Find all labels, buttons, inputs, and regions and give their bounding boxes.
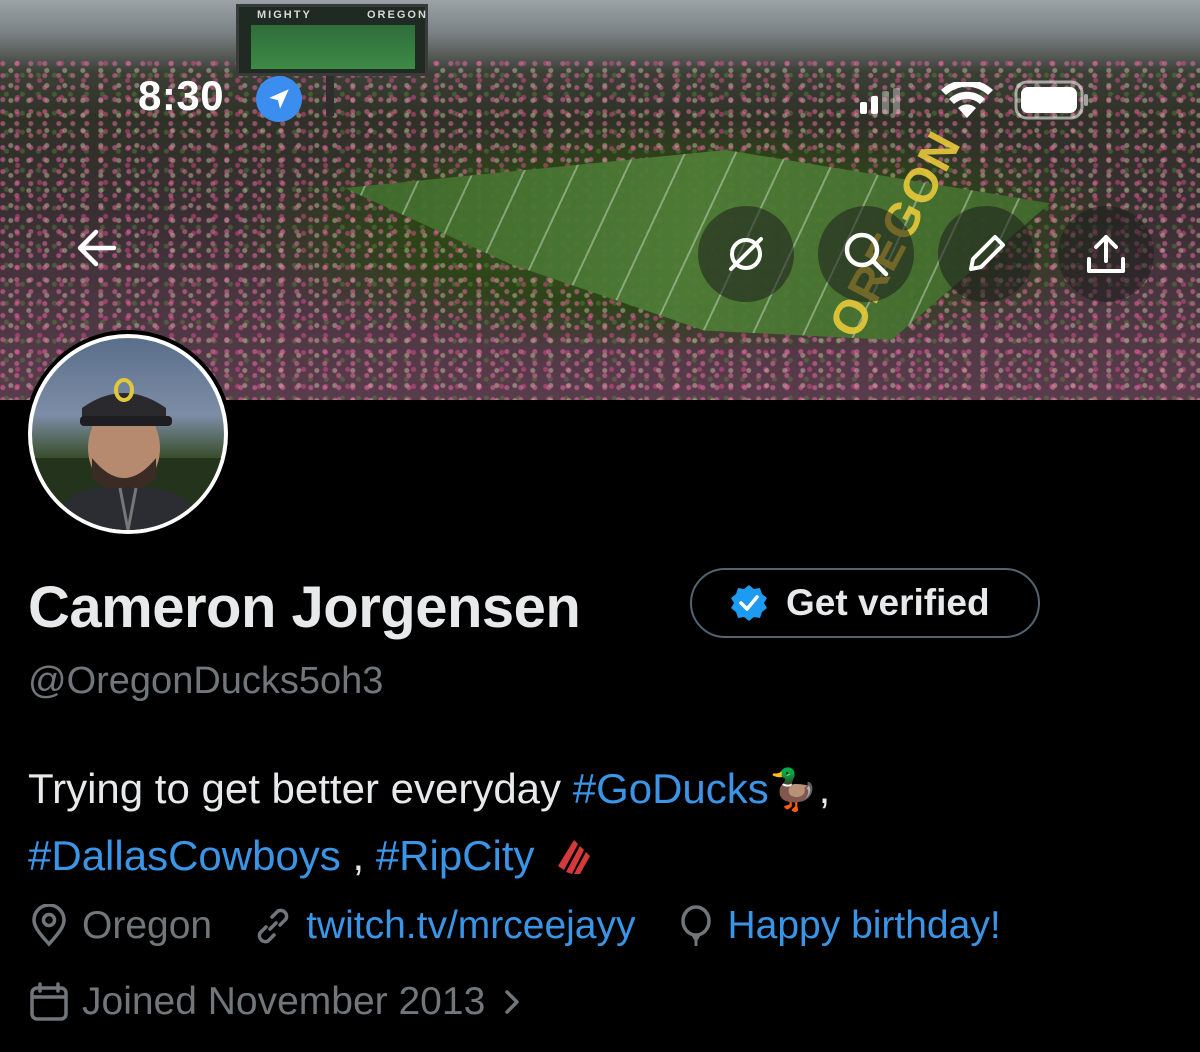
joined-row[interactable]: Joined November 2013 bbox=[28, 980, 579, 1024]
balloon-icon bbox=[680, 905, 711, 946]
bio-separator: , bbox=[340, 832, 376, 879]
get-verified-button[interactable]: Get verified bbox=[690, 568, 1040, 638]
hashtag-link[interactable]: #GoDucks bbox=[573, 765, 769, 812]
location-pin-icon bbox=[32, 904, 66, 947]
username-handle: @OregonDucks5oh3 bbox=[28, 660, 384, 702]
get-verified-label: Get verified bbox=[786, 582, 990, 623]
duck-emoji: 🦆 bbox=[768, 767, 819, 813]
status-indicators bbox=[860, 78, 1090, 122]
search-button[interactable] bbox=[818, 206, 914, 302]
profile-bio: Trying to get better everyday #GoDucks🦆,… bbox=[28, 756, 1178, 889]
website-link[interactable]: twitch.tv/mrceejayy bbox=[306, 904, 635, 948]
birthday-text[interactable]: Happy birthday! bbox=[728, 904, 1001, 948]
bio-separator: , bbox=[818, 765, 831, 812]
back-button[interactable] bbox=[66, 218, 126, 278]
birthday-item: Happy birthday! bbox=[676, 904, 1001, 948]
grok-button[interactable] bbox=[698, 206, 794, 302]
share-icon bbox=[1087, 235, 1125, 273]
display-name: Cameron Jorgensen bbox=[28, 575, 581, 640]
location-item: Oregon bbox=[28, 904, 212, 948]
link-icon bbox=[257, 908, 289, 944]
wifi-icon bbox=[941, 82, 993, 118]
profile-avatar[interactable] bbox=[24, 330, 232, 538]
grok-icon bbox=[729, 237, 763, 271]
status-time: 8:30 bbox=[138, 72, 225, 119]
hashtag-link[interactable]: #DallasCowboys bbox=[28, 832, 341, 879]
search-icon bbox=[844, 232, 889, 277]
battery-icon bbox=[1014, 80, 1088, 120]
website-item[interactable]: twitch.tv/mrceejayy bbox=[252, 904, 636, 948]
rip-city-pinwheel-icon bbox=[558, 840, 591, 874]
chevron-right-icon bbox=[505, 990, 520, 1014]
cellular-signal-icon bbox=[860, 88, 900, 114]
share-button[interactable] bbox=[1058, 206, 1154, 302]
location-text: Oregon bbox=[82, 904, 213, 947]
location-arrow-icon bbox=[256, 76, 302, 122]
avatar bbox=[28, 334, 228, 534]
edit-pencil-icon bbox=[969, 235, 1005, 271]
joined-item: Joined November 2013 bbox=[28, 980, 539, 1024]
calendar-icon bbox=[30, 982, 68, 1021]
edit-profile-button[interactable] bbox=[938, 206, 1034, 302]
joined-date: Joined November 2013 bbox=[82, 980, 486, 1023]
back-arrow-icon bbox=[77, 229, 117, 267]
profile-meta-row: Oregon twitch.tv/mrceejayy Happy birthda… bbox=[28, 904, 1041, 948]
profile-banner[interactable]: OREGON MIGHTY OREGON bbox=[0, 0, 1200, 400]
banner-scoreboard: MIGHTY OREGON bbox=[236, 4, 428, 76]
bio-text: Trying to get better everyday bbox=[28, 765, 573, 812]
verified-badge-icon bbox=[731, 585, 767, 621]
hashtag-link[interactable]: #RipCity bbox=[376, 832, 535, 879]
